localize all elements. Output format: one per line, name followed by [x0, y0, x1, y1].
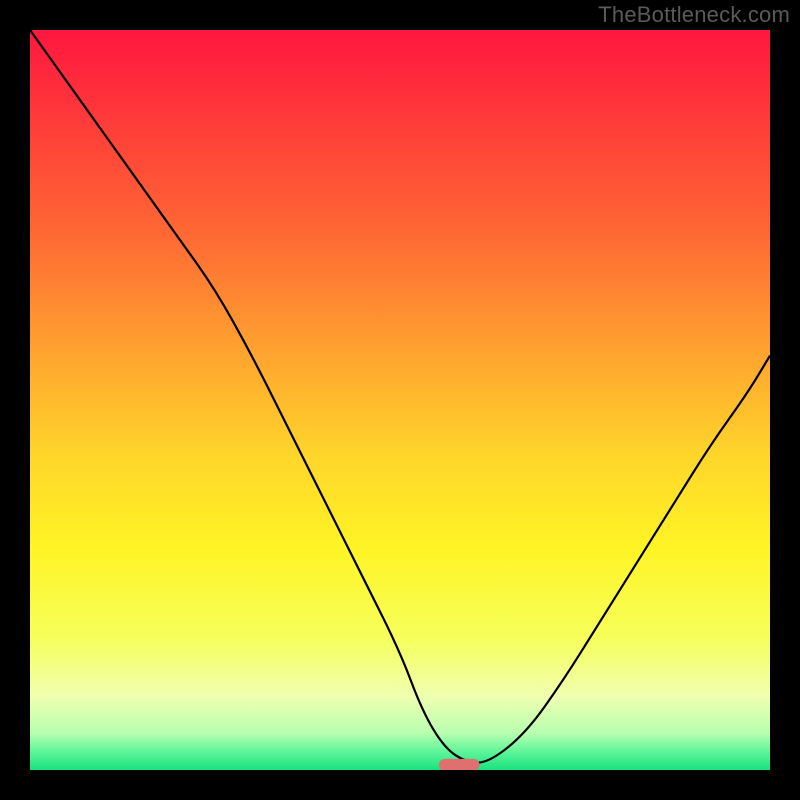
plot-background	[30, 30, 770, 770]
chart-frame: TheBottleneck.com	[0, 0, 800, 800]
watermark-text: TheBottleneck.com	[598, 2, 790, 28]
optimal-marker	[439, 759, 480, 770]
bottleneck-chart	[30, 30, 770, 770]
